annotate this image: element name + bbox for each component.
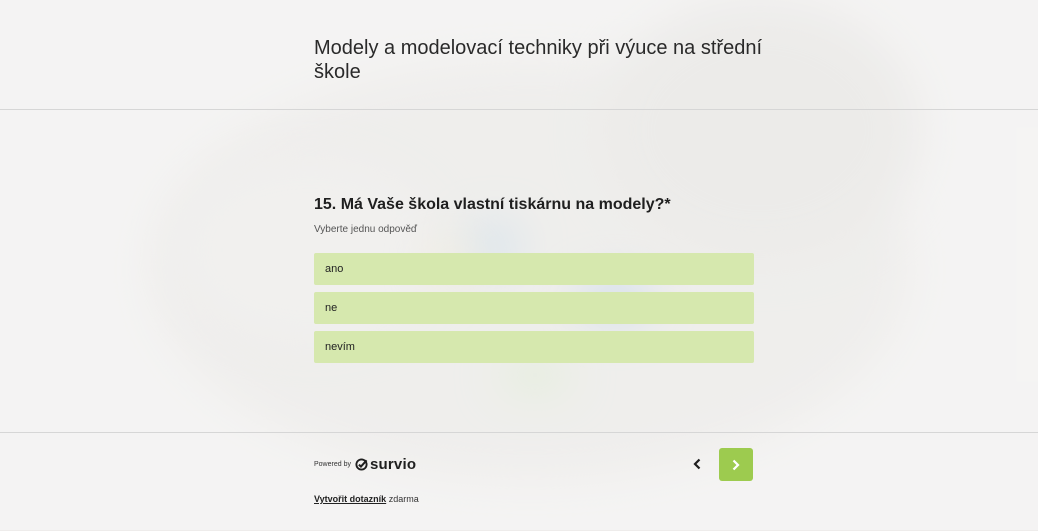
create-survey-line: Vytvořit dotazník zdarma bbox=[314, 494, 419, 504]
powered-by[interactable]: Powered by survio bbox=[314, 456, 416, 473]
question-block: 15. Má Vaše škola vlastní tiskárnu na mo… bbox=[314, 193, 754, 235]
option-nevim[interactable]: nevím bbox=[314, 331, 754, 363]
question-title: 15. Má Vaše škola vlastní tiskárnu na mo… bbox=[314, 196, 671, 213]
chevron-right-icon bbox=[732, 459, 740, 470]
previous-button[interactable] bbox=[686, 452, 708, 476]
option-ano[interactable]: ano bbox=[314, 253, 754, 285]
answer-options: ano ne nevím bbox=[314, 253, 754, 370]
create-survey-suffix: zdarma bbox=[388, 494, 419, 504]
survio-logo-text: survio bbox=[369, 456, 417, 473]
chevron-left-icon bbox=[693, 458, 701, 470]
next-button[interactable] bbox=[719, 448, 753, 481]
survio-logo-icon bbox=[355, 458, 368, 471]
survey-title: Modely a modelovací techniky při výuce n… bbox=[314, 37, 762, 83]
powered-by-label: Powered by bbox=[314, 461, 351, 468]
footer: Powered by survio Vytvořit dotazník zdar… bbox=[0, 432, 1038, 531]
option-ne[interactable]: ne bbox=[314, 292, 754, 324]
header: Modely a modelovací techniky při výuce n… bbox=[0, 0, 1038, 110]
question-hint: Vyberte jednu odpověď bbox=[314, 224, 418, 235]
create-survey-link[interactable]: Vytvořit dotazník bbox=[314, 494, 386, 504]
